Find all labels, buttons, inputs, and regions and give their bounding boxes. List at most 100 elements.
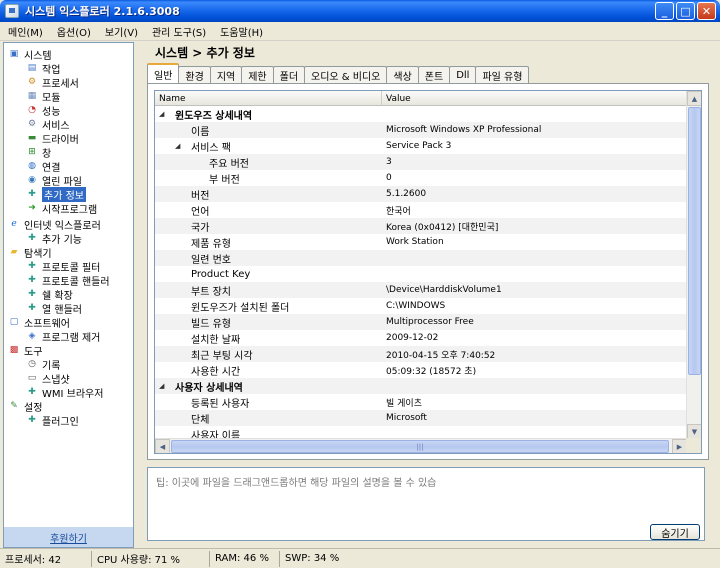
tab[interactable]: 색상 — [386, 66, 419, 83]
horizontal-scrollbar[interactable]: ◀ ||| ▶ — [155, 438, 687, 453]
table-row[interactable]: 등록된 사용자 빌 게이츠 — [155, 394, 687, 410]
sidebar-item-label: 열 핸들러 — [42, 304, 82, 316]
table-row[interactable]: ◢ 서비스 팩 Service Pack 3 — [155, 138, 687, 154]
tab[interactable]: 환경 — [178, 66, 211, 83]
sidebar-item[interactable]: ◈ 프로그램 제거 — [26, 329, 101, 344]
menu-help[interactable]: 도움말(H) — [216, 24, 267, 39]
sidebar-item[interactable]: ◷ 기록 — [26, 357, 60, 372]
app-icon — [5, 4, 19, 18]
table-row[interactable]: 부트 장치 \Device\HarddiskVolume1 — [155, 282, 687, 298]
table-row[interactable]: 윈도우즈가 설치된 폴더 C:\WINDOWS — [155, 298, 687, 314]
sidebar-item[interactable]: ⊞ 창 — [26, 145, 51, 160]
tab[interactable]: 폴더 — [272, 66, 306, 83]
table-row[interactable]: ◢ 사용자 상세내역 — [155, 378, 687, 394]
expand-collapse-icon[interactable]: ◢ — [175, 138, 180, 154]
table-row[interactable]: 부 버전 0 — [155, 170, 687, 186]
column-header-value[interactable]: Value — [382, 91, 687, 106]
table-row[interactable]: Product Key — [155, 266, 687, 282]
minimize-button[interactable]: _ — [655, 2, 674, 20]
horizontal-scroll-thumb[interactable]: ||| — [171, 440, 669, 453]
table-row[interactable]: 이름 Microsoft Windows XP Professional — [155, 122, 687, 138]
row-name: 이름 — [191, 126, 210, 138]
wrench-icon: ✎ — [10, 400, 18, 411]
scroll-thumb[interactable] — [688, 107, 701, 375]
scroll-up-icon[interactable]: ▲ — [687, 91, 701, 106]
sidebar-item[interactable]: ✚ 쉘 확장 — [26, 287, 73, 302]
uninstall-icon: ◈ — [28, 330, 36, 341]
sidebar-item-label: 소프트웨어 — [24, 318, 70, 330]
donate-link[interactable]: 후원하기 — [4, 527, 133, 547]
row-value: Service Pack 3 — [386, 141, 452, 151]
row-name: 서비스 팩 — [191, 142, 231, 154]
protocol-filter-icon: ✚ — [28, 260, 36, 271]
properties-grid: Name Value ◢ 윈도우즈 상세내역 이름 Microsoft Windows… — [154, 90, 702, 454]
sidebar-item[interactable]: ▬ 드라이버 — [26, 131, 79, 146]
menu-view[interactable]: 보기(V) — [101, 24, 142, 39]
sidebar-item[interactable]: ✎ 설정 — [8, 399, 42, 414]
sidebar-item[interactable]: ▩ 도구 — [8, 343, 43, 358]
expand-collapse-icon[interactable]: ◢ — [159, 378, 164, 394]
table-row[interactable]: 최근 부팅 시각 2010-04-15 오후 7:40:52 — [155, 346, 687, 362]
sidebar-item[interactable]: ▰ 탐색기 — [8, 245, 52, 260]
expand-collapse-icon[interactable]: ◢ — [159, 106, 164, 122]
globe-icon: ◍ — [28, 160, 36, 171]
grid-header: Name Value — [155, 91, 687, 106]
sidebar-item[interactable]: ✚ 플러그인 — [26, 413, 79, 428]
close-button[interactable]: ✕ — [697, 2, 716, 20]
sidebar-item[interactable]: ▦ 모듈 — [26, 89, 61, 104]
scroll-right-icon[interactable]: ▶ — [672, 439, 687, 453]
sidebar-item[interactable]: ✚ 열 핸들러 — [26, 301, 82, 316]
sidebar-item[interactable]: ✚ 프로토콜 필터 — [26, 259, 100, 274]
sidebar-item[interactable]: ◍ 연결 — [26, 159, 60, 174]
sidebar-item[interactable]: ⚙ 서비스 — [26, 117, 70, 132]
tab[interactable]: 제한 — [241, 66, 274, 83]
sidebar-item[interactable]: ➜ 시작프로그램 — [26, 201, 97, 216]
tab[interactable]: 지역 — [209, 66, 243, 83]
sidebar-item[interactable]: ▢ 소프트웨어 — [8, 315, 70, 330]
column-header-name[interactable]: Name — [155, 91, 382, 106]
scroll-down-icon[interactable]: ▼ — [687, 424, 701, 439]
menu-main[interactable]: 메인(M) — [4, 24, 47, 39]
sidebar-item[interactable]: ▣ 시스템 — [8, 47, 52, 62]
table-row[interactable]: 주요 버전 3 — [155, 154, 687, 170]
table-row[interactable]: 일련 번호 — [155, 250, 687, 266]
table-row[interactable]: 사용한 시간 05:09:32 (18572 초) — [155, 362, 687, 378]
table-row[interactable]: 국가 Korea (0x0412) [대한민국] — [155, 218, 687, 234]
tab[interactable]: 파일 유형 — [475, 66, 530, 83]
module-icon: ▦ — [27, 90, 37, 101]
file-drop-area[interactable]: 팁: 이곳에 파일을 드래그앤드롭하면 해당 파일의 설명을 볼 수 있습 — [147, 467, 705, 541]
title-bar[interactable]: 시스템 익스플로러 2.1.6.3008 _ □ ✕ — [0, 0, 720, 22]
table-row[interactable]: 설치한 날짜 2009-12-02 — [155, 330, 687, 346]
table-row[interactable]: ◢ 윈도우즈 상세내역 — [155, 106, 687, 122]
table-row[interactable]: 빌드 유형 Multiprocessor Free — [155, 314, 687, 330]
sidebar-item[interactable]: ✚ 프로토콜 핸들러 — [26, 273, 110, 288]
tab[interactable]: Dll — [449, 66, 477, 83]
sidebar-item[interactable]: ℯ 인터넷 익스플로러 — [8, 217, 100, 232]
sidebar-item[interactable]: ⚙ 프로세서 — [26, 75, 79, 90]
table-row[interactable]: 단체 Microsoft — [155, 410, 687, 426]
vertical-scrollbar[interactable]: ▲ ▼ — [686, 91, 701, 439]
menu-admin-tools[interactable]: 관리 도구(S) — [148, 24, 210, 39]
tab[interactable]: 오디오 & 비디오 — [304, 66, 388, 83]
sidebar-item[interactable]: ✚ 추가 기능 — [26, 231, 82, 246]
addon-puzzle-icon: ✚ — [28, 232, 36, 243]
table-row[interactable]: 언어 한국어 — [155, 202, 687, 218]
sidebar-item[interactable]: ◔ 성능 — [26, 103, 60, 118]
sidebar-item-label: 서비스 — [42, 120, 70, 132]
scroll-left-icon[interactable]: ◀ — [155, 439, 170, 453]
sidebar-item-label: 프로토콜 핸들러 — [42, 276, 110, 288]
sidebar-item[interactable]: ▤ 작업 — [26, 61, 61, 76]
table-row[interactable]: 제품 유형 Work Station — [155, 234, 687, 250]
maximize-button[interactable]: □ — [676, 2, 695, 20]
tab[interactable]: 일반 — [147, 63, 180, 83]
sidebar-item[interactable]: ▭ 스냅샷 — [26, 371, 70, 386]
sidebar-item[interactable]: ◉ 열린 파일 — [26, 173, 82, 188]
folder-icon: ▰ — [10, 246, 18, 257]
table-row[interactable]: 버전 5.1.2600 — [155, 186, 687, 202]
sidebar-item[interactable]: ✚ WMI 브라우저 — [26, 385, 103, 400]
menu-options[interactable]: 옵션(O) — [53, 24, 95, 39]
tab[interactable]: 폰트 — [417, 66, 451, 83]
sidebar-item[interactable]: ✚ 추가 정보 — [26, 186, 86, 202]
row-name: 국가 — [191, 222, 210, 234]
hide-button[interactable]: 숨기기 — [650, 524, 700, 540]
